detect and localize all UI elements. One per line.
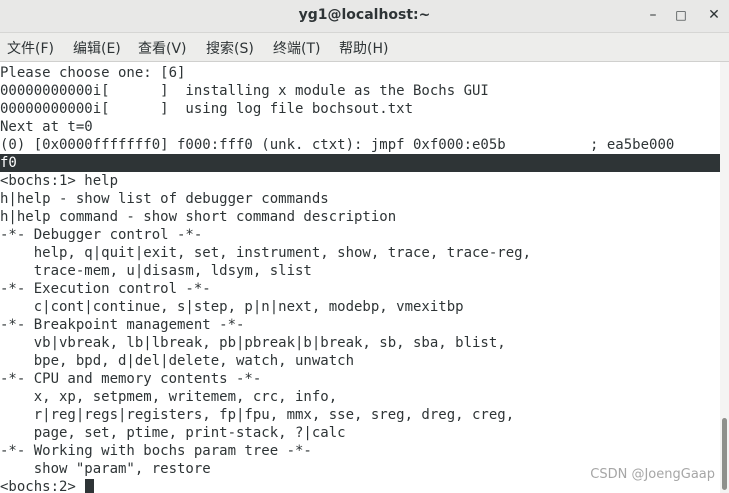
- terminal-line: <bochs:1> help: [0, 173, 119, 189]
- terminal-line: -*- Breakpoint management -*-: [0, 317, 245, 333]
- terminal-line: r|reg|regs|registers, fp|fpu, mmx, sse, …: [0, 407, 515, 423]
- terminal-scrollbar[interactable]: [720, 62, 729, 493]
- menu-view[interactable]: 查看(V): [138, 38, 187, 58]
- terminal-line: x, xp, setpmem, writemem, crc, info,: [0, 389, 338, 405]
- menu-terminal[interactable]: 终端(T): [273, 38, 320, 58]
- watermark: CSDN @JoengGaap: [590, 467, 715, 482]
- terminal-output[interactable]: Please choose one: [6] 00000000000i[ ] i…: [0, 62, 720, 493]
- terminal-line: (0) [0x0000fffffff0] f000:fff0 (unk. ctx…: [0, 137, 675, 153]
- menu-help[interactable]: 帮助(H): [339, 38, 388, 58]
- terminal-line: show "param", restore: [0, 461, 211, 477]
- terminal-line-highlighted: f0: [0, 154, 720, 172]
- menu-file[interactable]: 文件(F): [7, 38, 54, 58]
- terminal-prompt: <bochs:2>: [0, 479, 85, 493]
- maximize-icon[interactable]: □: [670, 4, 692, 26]
- terminal-line: -*- Execution control -*-: [0, 281, 211, 297]
- terminal-line: -*- CPU and memory contents -*-: [0, 371, 262, 387]
- terminal-line: trace-mem, u|disasm, ldsym, slist: [0, 263, 312, 279]
- menu-bar: 文件(F) 编辑(E) 查看(V) 搜索(S) 终端(T) 帮助(H): [0, 33, 729, 62]
- menu-search[interactable]: 搜索(S): [206, 38, 254, 58]
- minimize-icon[interactable]: –: [642, 4, 664, 26]
- scrollbar-thumb[interactable]: [722, 418, 727, 490]
- terminal-prompt-line[interactable]: <bochs:2>: [0, 478, 95, 493]
- terminal-line: 00000000000i[ ] installing x module as t…: [0, 83, 489, 99]
- terminal-line: h|help command - show short command desc…: [0, 209, 397, 225]
- terminal-line: bpe, bpd, d|del|delete, watch, unwatch: [0, 353, 355, 369]
- window-title: yg1@localhost:~: [298, 7, 431, 23]
- text-cursor: [85, 479, 95, 493]
- terminal-line: page, set, ptime, print-stack, ?|calc: [0, 425, 346, 441]
- close-icon[interactable]: ✕: [703, 4, 725, 26]
- terminal-line: 00000000000i[ ] using log file bochsout.…: [0, 101, 414, 117]
- terminal-line: -*- Working with bochs param tree -*-: [0, 443, 312, 459]
- terminal-line: h|help - show list of debugger commands: [0, 191, 329, 207]
- terminal-line: Please choose one: [6]: [0, 65, 186, 81]
- window-titlebar[interactable]: yg1@localhost:~ – □ ✕: [0, 0, 729, 33]
- terminal-line: vb|vbreak, lb|lbreak, pb|pbreak|b|break,…: [0, 335, 506, 351]
- terminal-line: c|cont|continue, s|step, p|n|next, modeb…: [0, 299, 464, 315]
- menu-edit[interactable]: 编辑(E): [73, 38, 121, 58]
- terminal-line: help, q|quit|exit, set, instrument, show…: [0, 245, 532, 261]
- terminal-line: -*- Debugger control -*-: [0, 227, 203, 243]
- terminal-line: Next at t=0: [0, 119, 93, 135]
